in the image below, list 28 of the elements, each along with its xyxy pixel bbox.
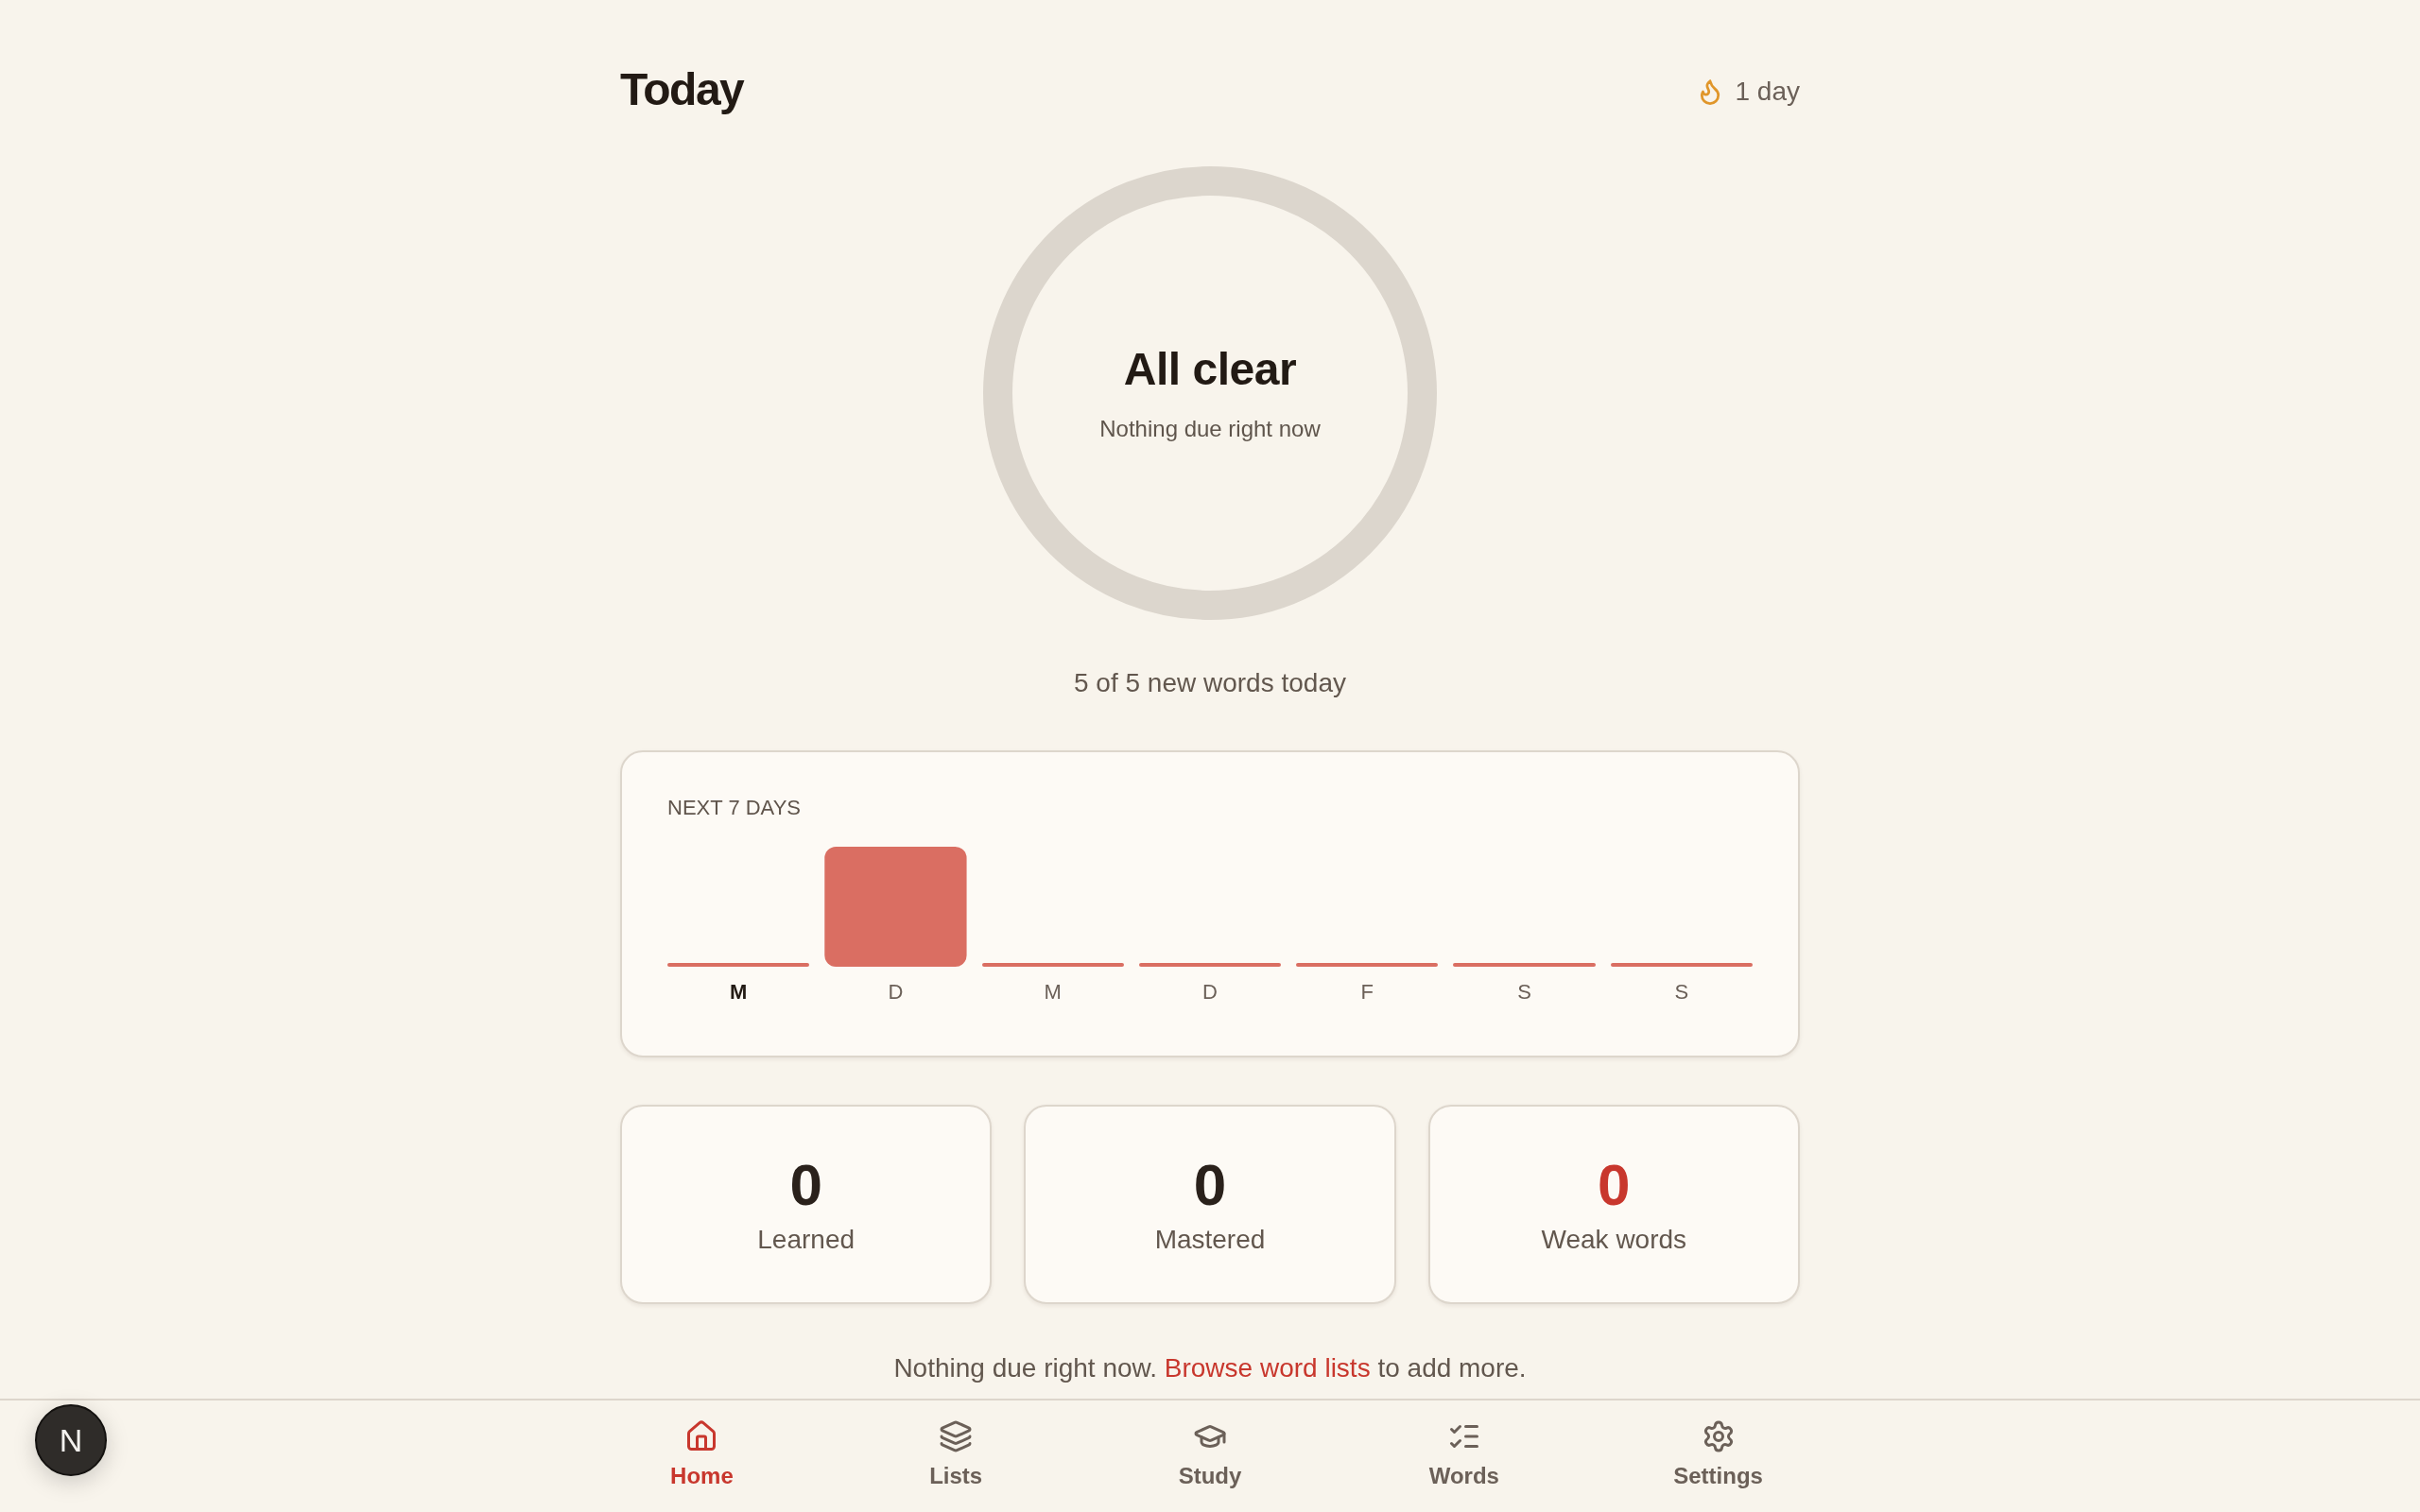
ring-subtitle: Nothing due right now <box>1099 415 1321 443</box>
day-label: D <box>1202 980 1218 1005</box>
empty-hint: Nothing due right now. Browse word lists to add more. <box>892 1352 1528 1384</box>
nav-tab[interactable]: Study <box>1174 1418 1246 1491</box>
stat-label: Learned <box>757 1223 856 1256</box>
day-label: S <box>1674 980 1689 1005</box>
stat-label: Weak words <box>1541 1223 1687 1256</box>
day-label: M <box>729 980 748 1005</box>
logo-button[interactable]: N <box>35 1404 107 1476</box>
day-label: F <box>1360 980 1374 1005</box>
nav-tab[interactable]: Words <box>1425 1418 1503 1491</box>
stat-value: 0 <box>789 1153 822 1216</box>
ring-title: All clear <box>1123 343 1297 396</box>
layers-icon <box>939 1419 974 1453</box>
browse-lists-link[interactable]: Browse word lists <box>1164 1353 1371 1383</box>
stat-label: Mastered <box>1154 1223 1266 1256</box>
nav-tab[interactable]: Settings <box>1669 1418 1767 1491</box>
page-title: Today <box>620 63 744 116</box>
stat-value: 0 <box>1193 1153 1227 1216</box>
nav-tab[interactable]: Lists <box>925 1418 987 1491</box>
nav-tab[interactable]: Home <box>666 1418 737 1491</box>
day-label: S <box>1517 980 1531 1005</box>
day-label: M <box>1044 980 1062 1005</box>
new-words-count: 5 of 5 new words today <box>1073 667 1347 699</box>
day-label: D <box>888 980 904 1005</box>
stat-value: 0 <box>1598 1153 1631 1216</box>
streak-count: 1 day <box>1735 76 1800 108</box>
chart-title: NEXT 7 DAYS <box>667 796 802 820</box>
